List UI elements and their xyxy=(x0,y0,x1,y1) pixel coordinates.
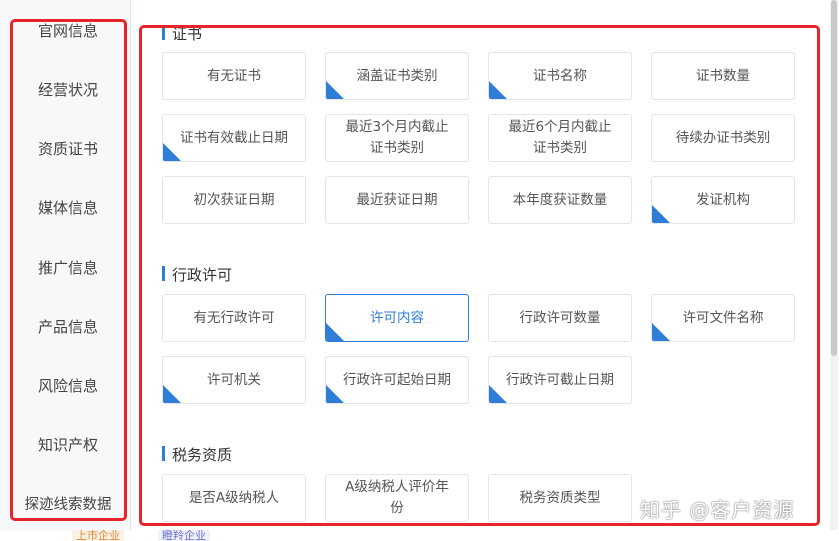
link-corner-icon xyxy=(489,385,507,403)
sidebar-divider xyxy=(130,0,131,530)
scrollbar-thumb[interactable] xyxy=(831,0,837,356)
sidebar-item-tanji-lead-data[interactable]: 探迹线索数据 xyxy=(8,493,128,514)
tag-license-content[interactable]: 许可内容 xyxy=(325,294,469,342)
sidebar-item-ip[interactable]: 知识产权 xyxy=(8,434,128,455)
tag-cert-name[interactable]: 证书名称 xyxy=(488,52,632,100)
link-corner-icon xyxy=(326,385,344,403)
sidebar-item-qualification-cert[interactable]: 资质证书 xyxy=(8,138,128,159)
tag-issuing-authority[interactable]: 发证机构 xyxy=(651,176,795,224)
tag-cert-expiring-3m[interactable]: 最近3个月内截止证书类别 xyxy=(325,114,469,162)
link-corner-icon xyxy=(326,81,344,99)
tag-latest-cert-date[interactable]: 最近获证日期 xyxy=(325,176,469,224)
tag-has-certificate[interactable]: 有无证书 xyxy=(162,52,306,100)
link-corner-icon xyxy=(652,205,670,223)
tag-gazelle-company: 瞪羚企业 xyxy=(158,530,210,541)
tag-cert-count[interactable]: 证书数量 xyxy=(651,52,795,100)
panel-scrollbar[interactable] xyxy=(830,0,838,530)
link-corner-icon xyxy=(489,81,507,99)
tag-license-authority[interactable]: 许可机关 xyxy=(162,356,306,404)
bottom-page-strip: 上市企业 瞪羚企业 xyxy=(0,530,839,541)
sidebar-item-promotion-info[interactable]: 推广信息 xyxy=(8,257,128,278)
tag-cert-expiring-6m[interactable]: 最近6个月内截止证书类别 xyxy=(488,114,632,162)
zhihu-watermark: 知乎 @客户资源 xyxy=(640,498,795,522)
tag-listed-company: 上市企业 xyxy=(72,530,124,541)
link-corner-icon xyxy=(326,323,344,341)
sidebar-item-risk-info[interactable]: 风险信息 xyxy=(8,375,128,396)
tag-is-a-level-taxpayer[interactable]: 是否A级纳税人 xyxy=(162,474,306,522)
tag-license-doc-name[interactable]: 许可文件名称 xyxy=(651,294,795,342)
tag-tax-qualification-type[interactable]: 税务资质类型 xyxy=(488,474,632,522)
sidebar-item-media-info[interactable]: 媒体信息 xyxy=(8,197,128,218)
link-corner-icon xyxy=(652,323,670,341)
left-sidebar: 官网信息 经营状况 资质证书 媒体信息 推广信息 产品信息 风险信息 知识产权 … xyxy=(0,0,132,530)
tag-cert-pending-renewal[interactable]: 待续办证书类别 xyxy=(651,114,795,162)
link-corner-icon xyxy=(163,385,181,403)
tag-first-cert-date[interactable]: 初次获证日期 xyxy=(162,176,306,224)
tag-license-start-date[interactable]: 行政许可起始日期 xyxy=(325,356,469,404)
section-title-tax: 税务资质 xyxy=(162,444,232,465)
tag-cert-category[interactable]: 涵盖证书类别 xyxy=(325,52,469,100)
section-title-license: 行政许可 xyxy=(162,264,232,285)
tag-license-end-date[interactable]: 行政许可截止日期 xyxy=(488,356,632,404)
sidebar-item-operation-status[interactable]: 经营状况 xyxy=(8,79,128,100)
section-title-certificate: 证书 xyxy=(162,23,202,44)
link-corner-icon xyxy=(163,143,181,161)
tag-a-level-taxpayer-year[interactable]: A级纳税人评价年份 xyxy=(325,474,469,522)
tag-cert-count-this-year[interactable]: 本年度获证数量 xyxy=(488,176,632,224)
tag-cert-expiry-date[interactable]: 证书有效截止日期 xyxy=(162,114,306,162)
sidebar-item-website-info[interactable]: 官网信息 xyxy=(8,20,128,41)
field-selector-panel: 证书 有无证书 涵盖证书类别 证书名称 证书数量 证书有效截止日期 最近3个月内… xyxy=(136,0,826,530)
tag-license-count[interactable]: 行政许可数量 xyxy=(488,294,632,342)
tag-has-license[interactable]: 有无行政许可 xyxy=(162,294,306,342)
sidebar-item-product-info[interactable]: 产品信息 xyxy=(8,316,128,337)
